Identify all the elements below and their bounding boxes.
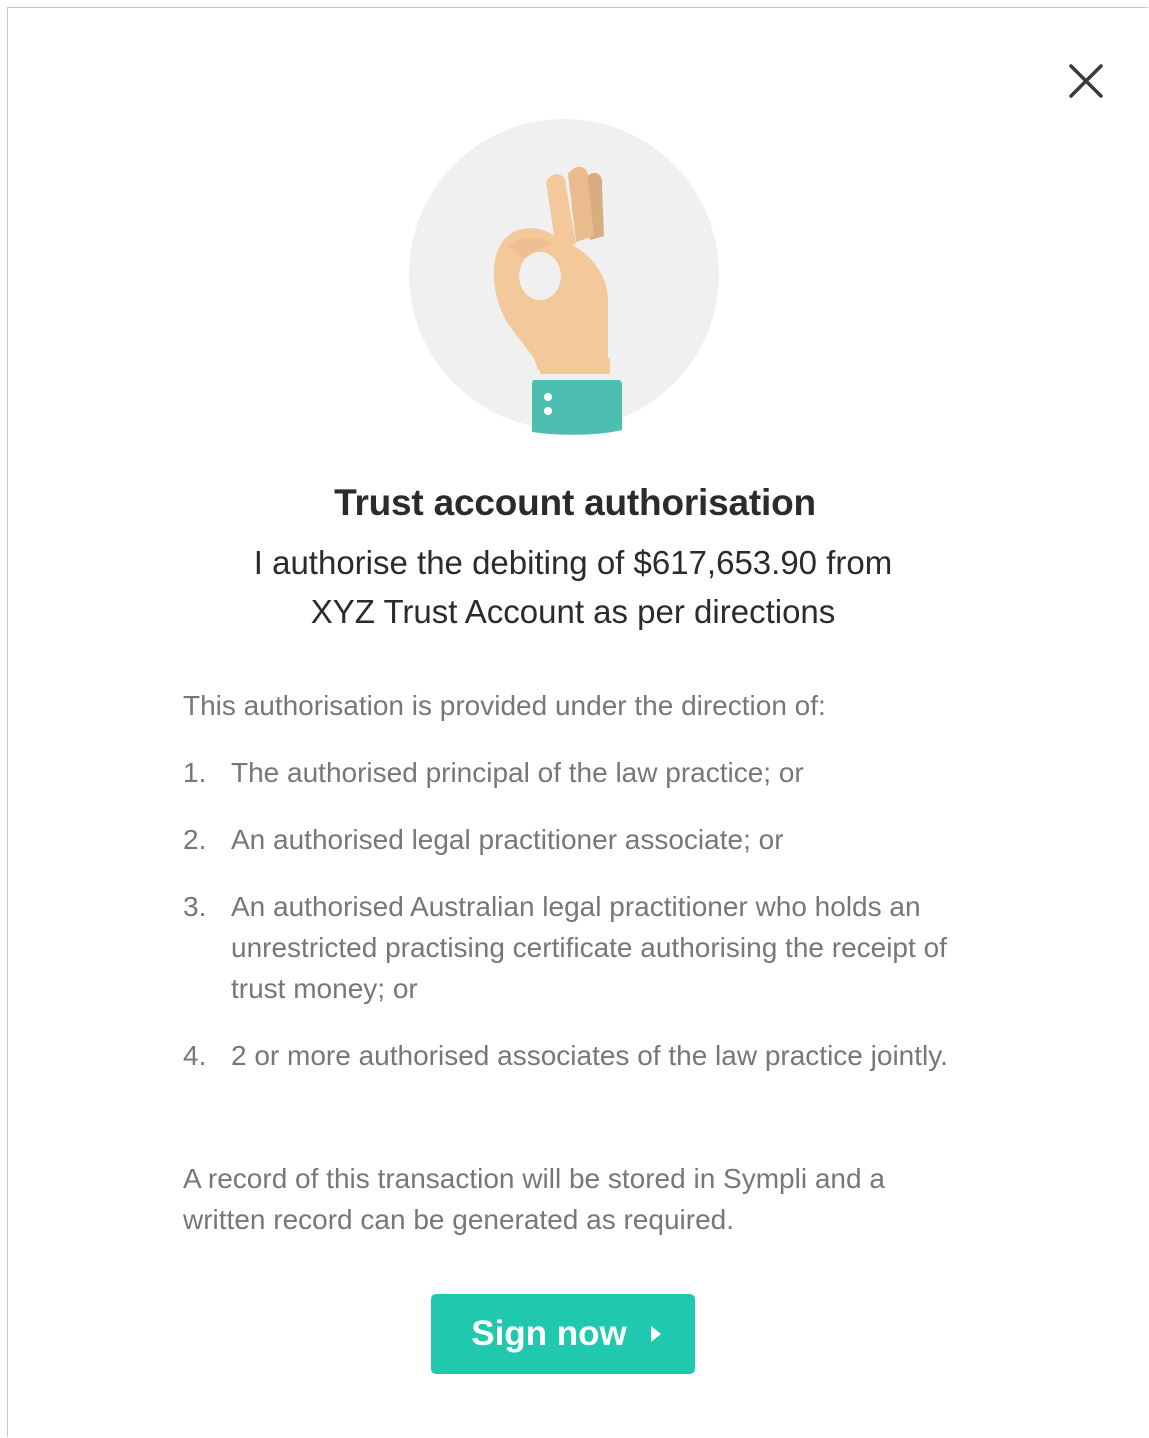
list-item-number: 2.	[183, 824, 207, 855]
authorisation-statement-line-1: I authorise the debiting of $617,653.90 …	[253, 544, 893, 581]
list-item: 2. An authorised legal practitioner asso…	[183, 819, 973, 860]
list-item-number: 1.	[183, 757, 207, 788]
record-note: A record of this transaction will be sto…	[183, 1163, 885, 1235]
direction-list: 1. The authorised principal of the law p…	[183, 752, 973, 1102]
list-item: 4. 2 or more authorised associates of th…	[183, 1035, 973, 1076]
list-item-text: 2 or more authorised associates of the l…	[231, 1040, 948, 1071]
authorisation-statement-line-2: XYZ Trust Account as per directions	[310, 593, 836, 630]
close-button[interactable]	[1063, 58, 1109, 104]
authorisation-dialog: Trust account authorisation I authorise …	[7, 7, 1148, 1437]
authorisation-statement: I authorise the debiting of $617,653.90 …	[178, 538, 968, 636]
list-item: 3. An authorised Australian legal practi…	[183, 886, 973, 1009]
chevron-right-icon	[650, 1326, 661, 1342]
list-item-text: The authorised principal of the law prac…	[231, 757, 804, 788]
ok-hand-icon	[409, 119, 719, 435]
direction-intro: This authorisation is provided under the…	[183, 690, 826, 721]
list-item: 1. The authorised principal of the law p…	[183, 752, 973, 793]
sign-now-label: Sign now	[471, 1314, 627, 1353]
sign-now-button[interactable]: Sign now	[431, 1294, 695, 1374]
close-icon	[1069, 64, 1103, 98]
dialog-title: Trust account authorisation	[334, 482, 816, 523]
list-item-number: 4.	[183, 1040, 207, 1071]
list-item-number: 3.	[183, 891, 207, 922]
list-item-text: An authorised Australian legal practitio…	[231, 891, 947, 1004]
list-item-text: An authorised legal practitioner associa…	[231, 824, 784, 855]
